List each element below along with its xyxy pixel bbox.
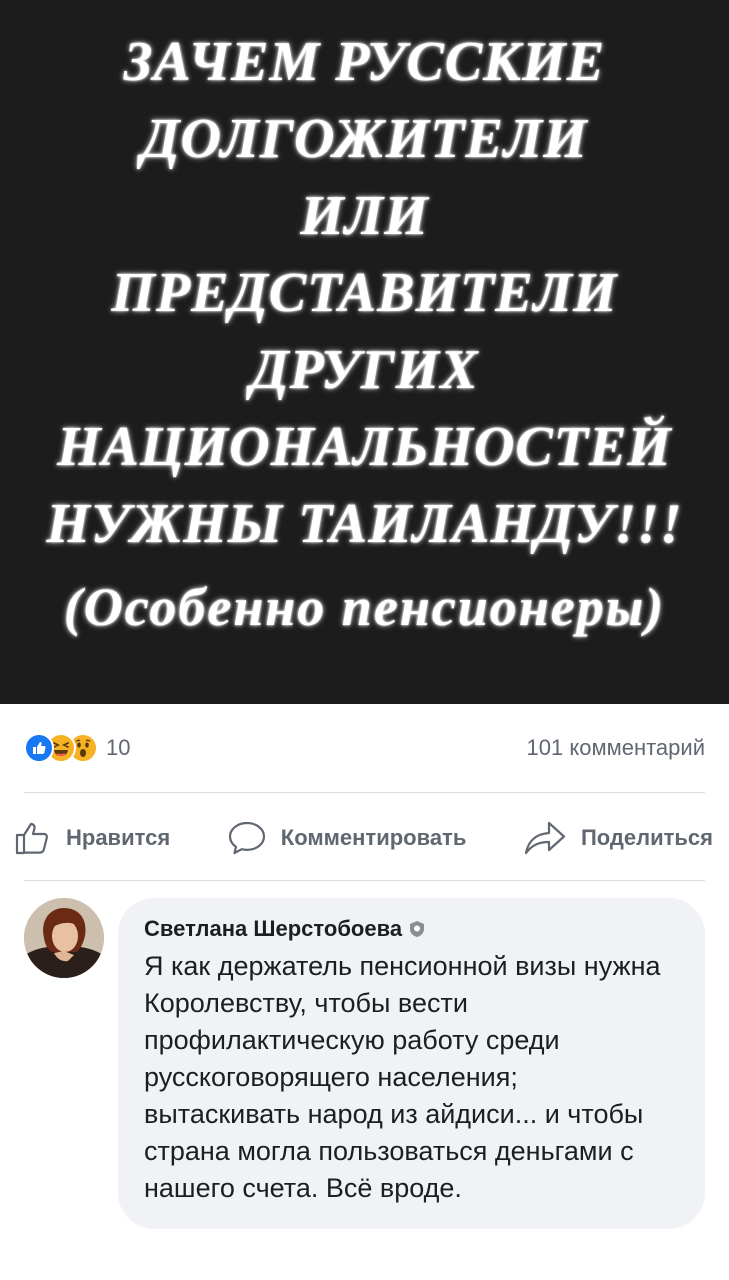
comment: Светлана Шерстобоева Я как держатель пен… bbox=[24, 898, 705, 1229]
comment-text: Я как держатель пенсионной визы нужна Ко… bbox=[144, 951, 661, 1203]
share-icon bbox=[524, 821, 566, 855]
reactions-bar: 10 101 комментарий bbox=[24, 726, 705, 770]
post-image-line: ИЛИ bbox=[300, 185, 429, 247]
comment-button[interactable]: Комментировать bbox=[227, 819, 467, 857]
like-reaction-icon bbox=[24, 733, 54, 763]
reactions-summary[interactable]: 10 bbox=[24, 733, 130, 763]
thumbs-up-icon bbox=[15, 822, 49, 855]
post-image-line: ДРУГИХ bbox=[250, 339, 479, 401]
share-button-label: Поделиться bbox=[580, 825, 713, 850]
reaction-count: 10 bbox=[106, 735, 131, 760]
comment-icon bbox=[228, 821, 265, 855]
comment-button-label: Комментировать bbox=[280, 825, 467, 850]
post-image-line: ПРЕДСТАВИТЕЛИ bbox=[111, 262, 618, 324]
post-image-line: (Особенно пенсионеры) bbox=[63, 577, 666, 637]
post-image[interactable]: ЗАЧЕМ РУССКИЕ ДОЛГОЖИТЕЛИ ИЛИ ПРЕДСТАВИТ… bbox=[0, 0, 729, 704]
share-button[interactable]: Поделиться bbox=[523, 819, 713, 857]
top-fan-badge-icon bbox=[410, 921, 425, 937]
comment-author-name: Светлана Шерстобоева bbox=[144, 916, 403, 941]
post-image-line: НАЦИОНАЛЬНОСТЕЙ bbox=[57, 416, 672, 478]
post-image-line: НУЖНЫ ТАИЛАНДУ!!! bbox=[46, 493, 683, 555]
avatar[interactable] bbox=[24, 898, 104, 978]
like-button-label: Нравится bbox=[66, 825, 171, 850]
like-button[interactable]: Нравится bbox=[14, 819, 170, 857]
post-image-line: ЗАЧЕМ РУССКИЕ bbox=[123, 31, 606, 93]
comment-bubble[interactable]: Светлана Шерстобоева Я как держатель пен… bbox=[118, 898, 705, 1229]
comments-count[interactable]: 101 комментарий bbox=[527, 735, 705, 761]
comment-author[interactable]: Светлана Шерстобоева bbox=[144, 916, 679, 942]
post-actions: Нравится Комментировать Поделиться bbox=[0, 810, 729, 866]
divider bbox=[24, 880, 705, 881]
divider bbox=[24, 792, 705, 793]
post-image-line: ДОЛГОЖИТЕЛИ bbox=[141, 108, 588, 170]
